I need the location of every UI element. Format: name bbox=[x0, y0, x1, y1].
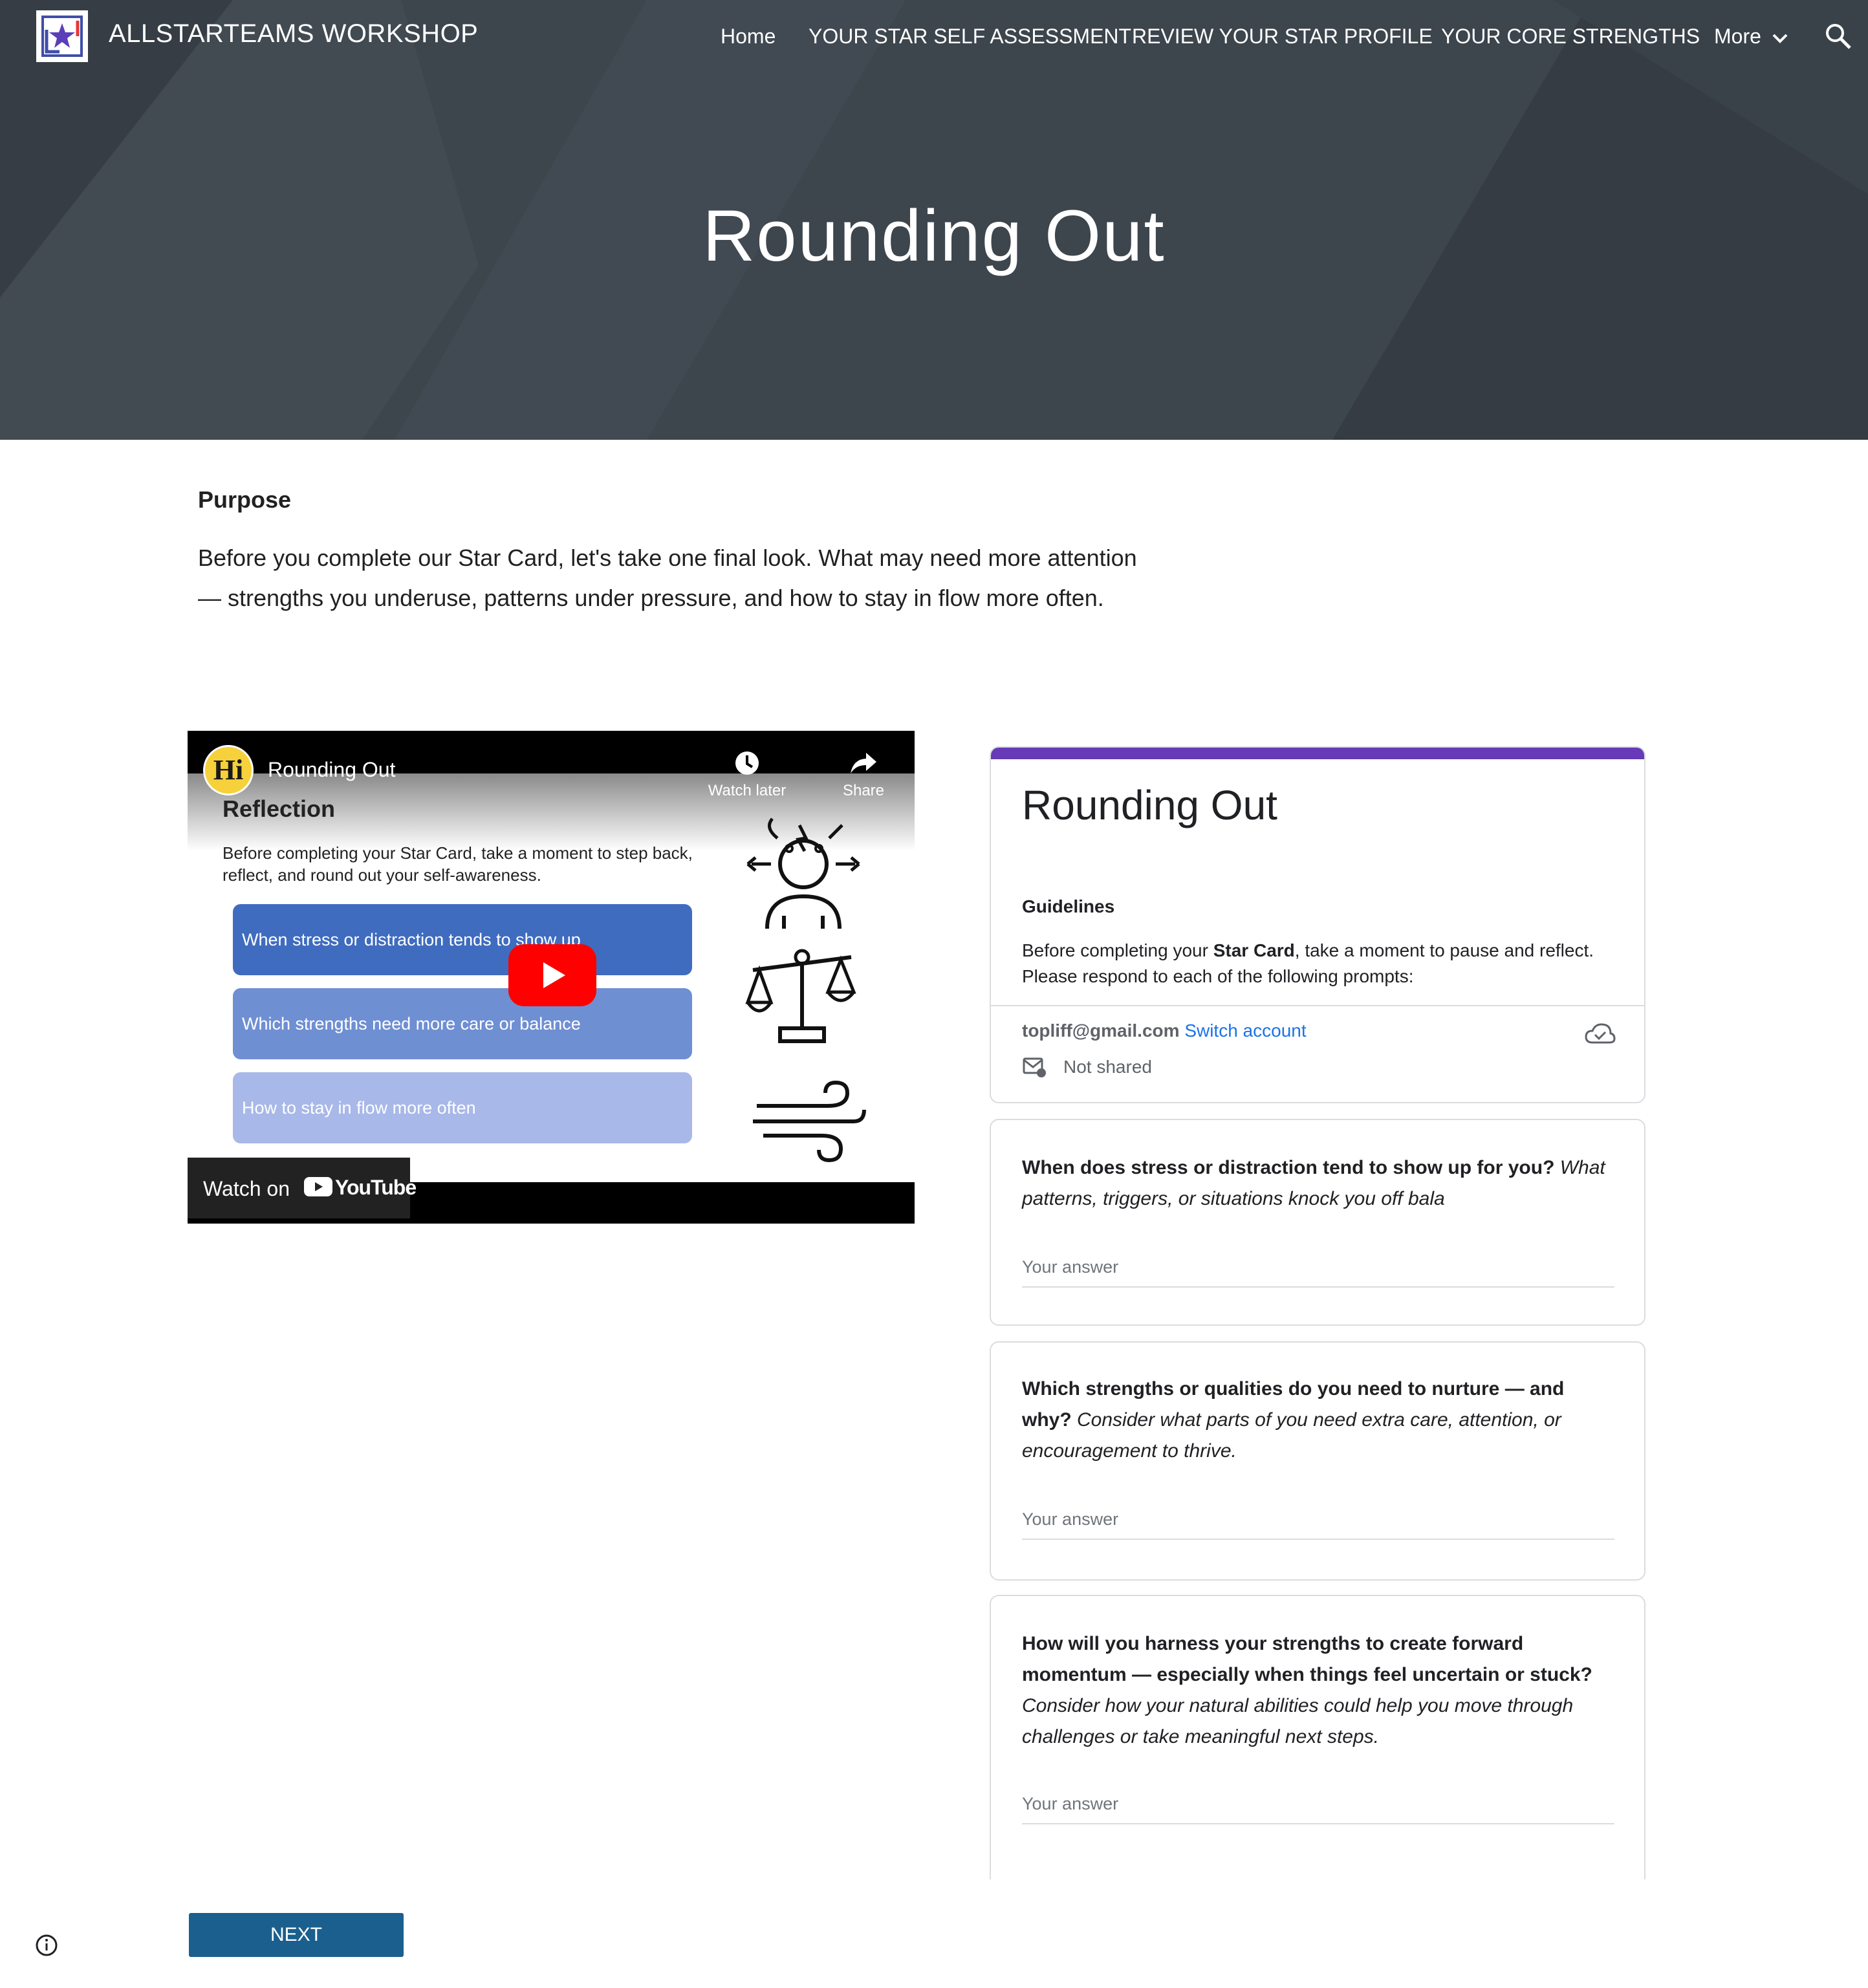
form-title: Rounding Out bbox=[1022, 782, 1277, 828]
question-1-text: When does stress or distraction tend to … bbox=[1022, 1152, 1617, 1215]
youtube-wordmark: YouTube bbox=[335, 1176, 417, 1199]
account-info: topliff@gmail.com Switch account bbox=[1022, 1021, 1307, 1041]
site-title[interactable]: ALLSTARTEAMS WORKSHOP bbox=[109, 19, 478, 49]
account-email: topliff@gmail.com bbox=[1022, 1021, 1180, 1041]
chevron-down-icon bbox=[1772, 34, 1788, 43]
answer-input-1[interactable]: Your answer bbox=[1022, 1257, 1614, 1288]
watch-later-button[interactable]: Watch later bbox=[705, 749, 789, 800]
purpose-heading: Purpose bbox=[198, 486, 292, 513]
nav-more-menu[interactable]: More bbox=[1714, 25, 1789, 49]
watch-on-label: Watch on bbox=[203, 1177, 290, 1200]
nav-more-label: More bbox=[1714, 25, 1761, 48]
clock-icon bbox=[735, 751, 759, 775]
question-1-bold: When does stress or distraction tend to … bbox=[1022, 1157, 1555, 1178]
nav-home[interactable]: Home bbox=[721, 25, 776, 49]
mail-not-shared-icon bbox=[1023, 1057, 1046, 1077]
youtube-video-embed[interactable]: Reflection Before completing your Star C… bbox=[188, 731, 915, 1224]
question-3-bold: How will you harness your strengths to c… bbox=[1022, 1633, 1592, 1685]
nav-star-self-assessment[interactable]: YOUR STAR SELF ASSESSMENT bbox=[809, 25, 1131, 49]
form-header-card: Rounding Out Guidelines Before completin… bbox=[990, 746, 1645, 1103]
form-accent-bar bbox=[991, 748, 1644, 759]
share-label: Share bbox=[842, 782, 885, 799]
guidelines-text-pre: Before completing your bbox=[1022, 940, 1213, 960]
balance-scale-icon bbox=[745, 949, 856, 1043]
play-button[interactable] bbox=[508, 944, 596, 1006]
question-2-italic: Consider what parts of you need extra ca… bbox=[1022, 1409, 1561, 1462]
question-3-text: How will you harness your strengths to c… bbox=[1022, 1628, 1617, 1753]
answer-input-2[interactable]: Your answer bbox=[1022, 1509, 1614, 1540]
question-card-3: How will you harness your strengths to c… bbox=[990, 1595, 1645, 1879]
purpose-text: Before you complete our Star Card, let's… bbox=[198, 545, 1137, 611]
question-card-1: When does stress or distraction tend to … bbox=[990, 1119, 1645, 1326]
search-button[interactable] bbox=[1824, 22, 1852, 50]
youtube-logo-icon bbox=[304, 1177, 332, 1196]
nav-core-strengths[interactable]: YOUR CORE STRENGTHS bbox=[1441, 25, 1700, 49]
question-2-text: Which strengths or qualities do you need… bbox=[1022, 1374, 1617, 1467]
question-card-2: Which strengths or qualities do you need… bbox=[990, 1341, 1645, 1581]
question-3-italic: Consider how your natural abilities coul… bbox=[1022, 1695, 1574, 1747]
info-icon bbox=[36, 1934, 58, 1956]
play-icon bbox=[543, 962, 565, 988]
share-arrow-icon bbox=[851, 753, 876, 773]
channel-avatar[interactable]: Hi bbox=[203, 745, 254, 795]
watch-on-youtube-button[interactable]: Watch on YouTube bbox=[188, 1158, 417, 1218]
switch-account-link[interactable]: Switch account bbox=[1184, 1021, 1306, 1041]
page-title: Rounding Out bbox=[702, 195, 1166, 276]
slide-heading: Reflection bbox=[223, 795, 336, 822]
slide-text: Before completing your Star Card, take a… bbox=[223, 843, 693, 885]
guidelines-text-bold: Star Card bbox=[1213, 940, 1295, 960]
wind-flow-icon bbox=[753, 1080, 866, 1163]
guidelines-heading: Guidelines bbox=[1022, 896, 1115, 916]
slide-pill-stress: When stress or distraction tends to show… bbox=[233, 904, 692, 975]
search-icon bbox=[1826, 24, 1851, 49]
answer-input-3[interactable]: Your answer bbox=[1022, 1794, 1614, 1824]
site-logo[interactable] bbox=[36, 10, 88, 62]
info-button[interactable] bbox=[34, 1932, 60, 1961]
slide-pill-flow: How to stay in flow more often bbox=[233, 1072, 692, 1143]
watch-later-label: Watch later bbox=[708, 782, 787, 799]
form-divider bbox=[991, 1005, 1644, 1006]
cloud-saved-icon bbox=[1585, 1023, 1616, 1044]
not-shared-label: Not shared bbox=[1063, 1057, 1152, 1077]
guidelines-text: Before completing your Star Card, take a… bbox=[1022, 938, 1604, 989]
video-title[interactable]: Rounding Out bbox=[268, 758, 395, 782]
nav-review-star-profile[interactable]: REVIEW YOUR STAR PROFILE bbox=[1132, 25, 1433, 49]
share-button[interactable]: Share bbox=[828, 749, 899, 800]
next-button[interactable]: NEXT bbox=[189, 1913, 404, 1957]
slide-pill-strengths: Which strengths need more care or balanc… bbox=[233, 988, 692, 1059]
